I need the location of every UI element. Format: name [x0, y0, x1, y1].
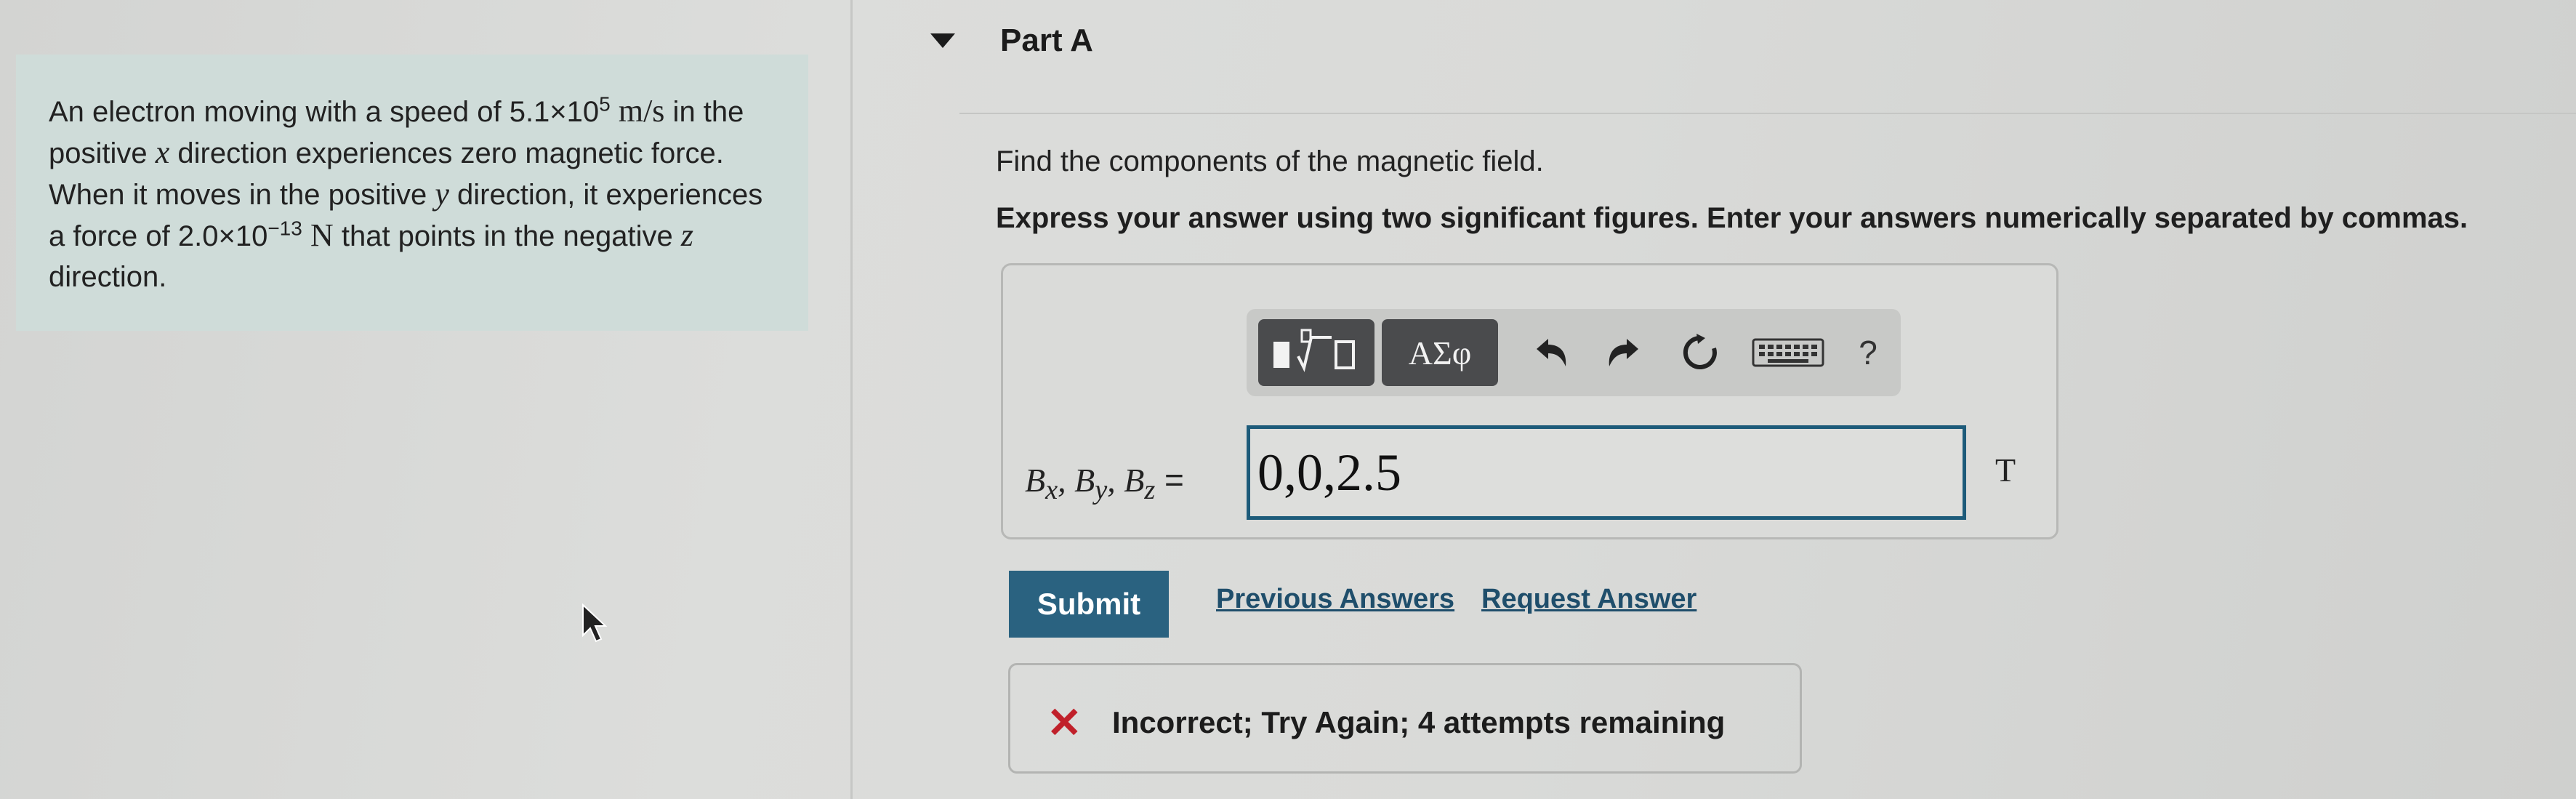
incorrect-x-icon: ✕ — [1047, 699, 1082, 747]
math-toolbar: ΑΣφ ? — [1247, 309, 1901, 396]
answer-variable-label: Bx, By, Bz = — [1025, 461, 1184, 506]
greek-icon: ΑΣφ — [1408, 334, 1472, 372]
mouse-pointer-icon — [582, 603, 608, 643]
problem-text: An electron moving with a speed of 5.1×1… — [49, 91, 779, 297]
problem-segment: 5 — [599, 92, 611, 116]
greek-letters-button[interactable]: ΑΣφ — [1382, 319, 1498, 386]
undo-icon[interactable] — [1530, 331, 1574, 374]
problem-statement-box: An electron moving with a speed of 5.1×1… — [16, 55, 808, 331]
previous-answers-link[interactable]: Previous Answers — [1216, 584, 1454, 615]
answer-input[interactable] — [1247, 425, 1966, 520]
help-icon[interactable]: ? — [1846, 331, 1890, 374]
header-divider — [959, 113, 2576, 114]
submit-button[interactable]: Submit — [1009, 571, 1169, 638]
panel-divider — [850, 0, 853, 799]
problem-segment: x — [155, 134, 170, 170]
answer-panel: ΑΣφ ? Bx, By, Bz = T — [1001, 263, 2058, 539]
problem-segment: direction. — [49, 261, 167, 293]
feedback-box: ✕ Incorrect; Try Again; 4 attempts remai… — [1008, 663, 1802, 774]
answer-directive: Express your answer using two significan… — [996, 202, 2468, 234]
templates-button[interactable] — [1258, 319, 1374, 386]
keyboard-icon[interactable] — [1748, 331, 1828, 374]
problem-segment: m/s — [618, 93, 665, 129]
unit-label: T — [1995, 451, 2016, 489]
reset-icon[interactable] — [1679, 331, 1723, 374]
problem-segment: −13 — [267, 217, 302, 240]
problem-segment — [611, 96, 619, 128]
part-title: Part A — [1000, 23, 1093, 58]
part-header[interactable]: Part A — [930, 19, 1093, 63]
question-instruction: Find the components of the magnetic fiel… — [996, 145, 1544, 177]
redo-icon[interactable] — [1601, 331, 1645, 374]
problem-segment: that points in the negative — [333, 220, 681, 252]
feedback-text: Incorrect; Try Again; 4 attempts remaini… — [1112, 705, 1726, 739]
problem-segment: z — [680, 217, 693, 253]
templates-icon — [1273, 329, 1355, 372]
collapse-caret-icon[interactable] — [930, 33, 955, 48]
problem-segment: y — [435, 176, 449, 212]
problem-segment — [302, 220, 310, 252]
problem-segment: N — [310, 217, 334, 253]
problem-segment: An electron moving with a speed of 5.1×1… — [49, 96, 600, 128]
request-answer-link[interactable]: Request Answer — [1481, 584, 1696, 615]
